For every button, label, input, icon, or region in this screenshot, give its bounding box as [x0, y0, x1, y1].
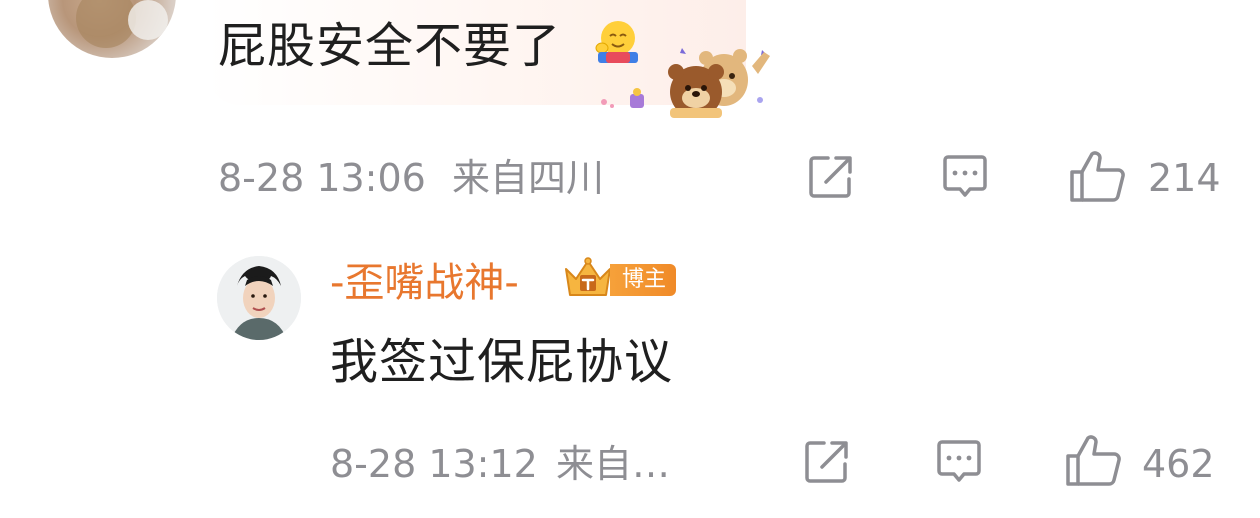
bear-sticker-icon: [601, 48, 770, 118]
thumbs-up-icon[interactable]: [1068, 150, 1126, 204]
crown-icon: [565, 257, 611, 296]
author-badge: 博主: [610, 264, 677, 296]
like-count: 214: [1148, 156, 1221, 200]
reply-author-name[interactable]: -歪嘴战神-: [330, 258, 519, 308]
comment-location: 来自四川: [452, 156, 605, 200]
share-icon[interactable]: [802, 437, 852, 487]
commenter-avatar[interactable]: [48, 0, 176, 58]
thumbs-up-icon[interactable]: [1064, 434, 1122, 488]
reply-location: 来自…: [556, 442, 671, 486]
comment-timestamp: 8-28 13:06: [218, 156, 426, 200]
reply-timestamp: 8-28 13:12: [330, 442, 538, 486]
reply-author-avatar[interactable]: [217, 256, 301, 340]
share-icon[interactable]: [806, 152, 856, 202]
like-count: 462: [1142, 442, 1215, 486]
comment-text: 屁股安全不要了: [218, 18, 562, 74]
comment-icon[interactable]: [934, 437, 984, 487]
comment-icon[interactable]: [940, 152, 990, 202]
reply-text: 我签过保屁协议: [330, 334, 674, 390]
